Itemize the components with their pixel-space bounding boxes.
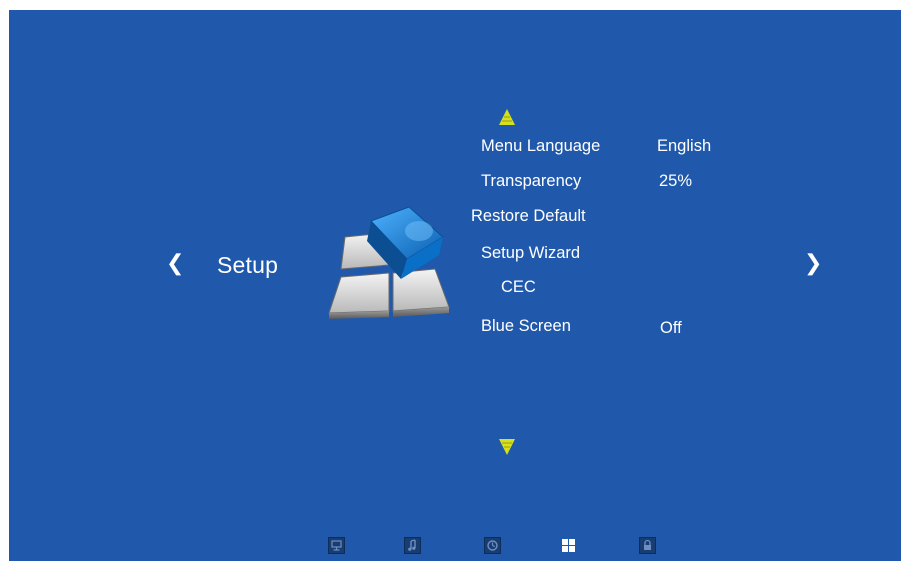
menu-value-blue-screen: Off [660,319,682,337]
grid-icon[interactable] [560,537,577,554]
bottom-tab-bar [9,531,901,561]
menu-item-cec[interactable]: CEC [501,278,536,297]
menu-value-menu-language: English [657,137,712,155]
triangle-down-icon[interactable] [498,438,516,456]
menu-item-transparency[interactable]: Transparency [481,172,581,191]
menu-value-transparency: 25% [659,172,693,190]
chevron-left-icon[interactable]: ❮ [166,251,184,276]
menu-item-menu-language[interactable]: Menu Language [481,137,600,156]
lock-icon[interactable] [639,537,656,554]
setup-tiles-icon [328,206,450,319]
clock-icon[interactable] [484,537,501,554]
menu-item-restore-default[interactable]: Restore Default [471,207,586,226]
chevron-right-icon[interactable]: ❯ [804,251,822,276]
triangle-up-icon[interactable] [498,108,516,126]
section-title: Setup [217,252,279,278]
tv-menu-screen: ❮ Setup Menu Language English Transparen… [9,10,901,561]
music-icon[interactable] [404,537,421,554]
monitor-icon[interactable] [328,537,345,554]
menu-item-setup-wizard[interactable]: Setup Wizard [481,244,580,263]
menu-item-blue-screen[interactable]: Blue Screen [481,317,571,336]
